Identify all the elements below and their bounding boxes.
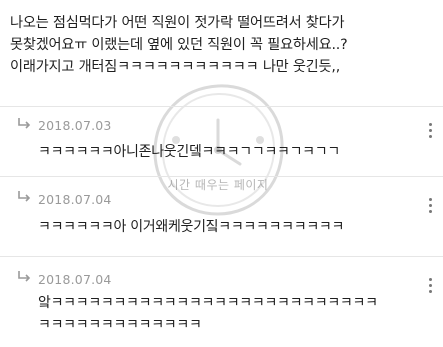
reply-date: 2018.07.03	[38, 118, 112, 133]
reply-date: 2018.07.04	[38, 272, 112, 287]
reply-item: 2018.07.04 앜ㅋㅋㅋㅋㅋㅋㅋㅋㅋㅋㅋㅋㅋㅋㅋㅋㅋㅋㅋㅋㅋㅋㅋㅋㅋㅋ ㅋ…	[0, 256, 443, 347]
reply-text: ㅋㅋㅋㅋㅋㅋ아니존나웃긴뎈ㅋㅋㅋㄱㄱㅋㅋㄱㅋㄱㄱ	[38, 144, 340, 160]
reply-date: 2018.07.04	[38, 192, 112, 207]
reply-arrow-icon	[18, 271, 31, 282]
more-options-button[interactable]	[424, 198, 436, 216]
reply-item: 2018.07.03 ㅋㅋㅋㅋㅋㅋ아니존나웃긴뎈ㅋㅋㅋㄱㄱㅋㅋㄱㅋㄱㄱ	[0, 106, 443, 176]
reply-item: 2018.07.04 ㅋㅋㅋㅋㅋㅋ아 이거왜케웃기짘ㅋㅋㅋㅋㅋㅋㅋㅋㅋㅋ	[0, 176, 443, 256]
more-options-button[interactable]	[424, 123, 436, 141]
comment-line: 이래가지고 개터짐ㅋㅋㅋㅋㅋㅋㅋㅋㅋㅋㅋ 나만 웃긴듯,,	[10, 59, 341, 75]
reply-text: ㅋㅋㅋㅋㅋㅋ아 이거왜케웃기짘ㅋㅋㅋㅋㅋㅋㅋㅋㅋㅋ	[38, 219, 345, 235]
reply-arrow-icon	[18, 191, 31, 202]
comment-body: 나오는 점심먹다가 어떤 직원이 젓가락 떨어뜨려서 찾다가 못찾겠어요ㅠ 이랬…	[10, 12, 410, 78]
comment-line: 나오는 점심먹다가 어떤 직원이 젓가락 떨어뜨려서 찾다가	[10, 15, 345, 31]
reply-text: ㅋㅋㅋㅋㅋㅋㅋㅋㅋㅋㅋㅋㅋ	[38, 317, 202, 333]
more-options-button[interactable]	[424, 278, 436, 296]
reply-arrow-icon	[18, 118, 31, 129]
reply-text: 앜ㅋㅋㅋㅋㅋㅋㅋㅋㅋㅋㅋㅋㅋㅋㅋㅋㅋㅋㅋㅋㅋㅋㅋㅋㅋㅋ	[38, 295, 378, 311]
comment-line: 못찾겠어요ㅠ 이랬는데 옆에 있던 직원이 꼭 필요하세요..?	[10, 37, 348, 53]
